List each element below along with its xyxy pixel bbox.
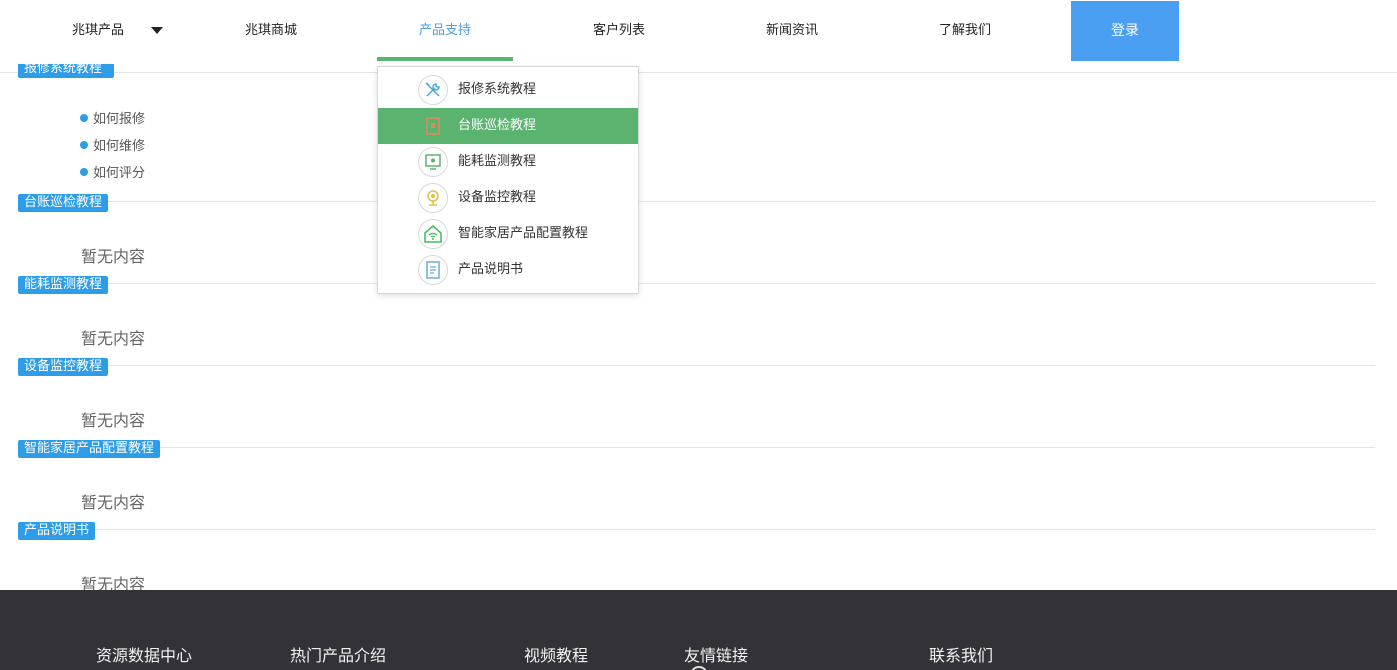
ledger-door-icon: [418, 111, 448, 141]
document-icon: [418, 255, 448, 285]
dropdown-item-label: 能耗监测教程: [458, 154, 537, 169]
circle-icon: [690, 666, 708, 670]
nav-item-news[interactable]: 新闻资讯: [747, 0, 837, 62]
dropdown-item-label: 设备监控教程: [458, 190, 537, 205]
link-how-to-rate[interactable]: 如何评分: [80, 162, 145, 181]
dropdown-item-ledger-tutorial[interactable]: 台账巡检教程: [378, 108, 638, 144]
empty-content-text: 暂无内容: [81, 247, 146, 266]
camera-icon: [418, 183, 448, 213]
section-tag-ledger-inspection: 台账巡检教程: [18, 194, 109, 212]
section-divider: [18, 283, 1375, 284]
section-tag-device-monitoring: 设备监控教程: [18, 358, 109, 376]
chevron-down-icon[interactable]: [151, 27, 163, 34]
nav-item-about[interactable]: 了解我们: [920, 0, 1010, 62]
dropdown-item-label: 报修系统教程: [458, 82, 537, 97]
section-divider: [18, 201, 1375, 202]
section-divider: [18, 447, 1375, 448]
footer-title-resources[interactable]: 资源数据中心: [96, 642, 192, 666]
wrench-screwdriver-icon: [418, 75, 448, 105]
footer-title-friendly-links[interactable]: 友情链接: [684, 642, 748, 666]
footer-title-contact-us[interactable]: 联系我们: [929, 642, 993, 666]
dropdown-item-label: 智能家居产品配置教程: [458, 226, 589, 241]
link-how-to-report[interactable]: 如何报修: [80, 108, 145, 127]
dropdown-item-device-tutorial[interactable]: 设备监控教程: [378, 180, 638, 216]
support-dropdown-menu: 报修系统教程 台账巡检教程 能耗监测教程 设备监控教程 智能家居产品配置教程 产…: [377, 66, 639, 294]
empty-content-text: 暂无内容: [81, 329, 146, 348]
section-tag-energy-monitoring: 能耗监测教程: [18, 276, 109, 294]
active-nav-indicator: [377, 57, 513, 61]
main-content: 报修系统教程 如何报修 如何维修 如何评分 台账巡检教程 暂无内容 能耗监测教程…: [0, 0, 1397, 594]
dropdown-item-label: 台账巡检教程: [458, 118, 537, 133]
section-divider: [18, 365, 1375, 366]
nav-item-support[interactable]: 产品支持: [377, 0, 513, 62]
dropdown-item-smarthome-tutorial[interactable]: 智能家居产品配置教程: [378, 216, 638, 252]
section-tag-product-manual: 产品说明书: [18, 522, 96, 540]
smart-home-icon: [418, 219, 448, 249]
nav-item-store[interactable]: 兆琪商城: [226, 0, 316, 62]
link-how-to-repair[interactable]: 如何维修: [80, 135, 145, 154]
footer: 资源数据中心 热门产品介绍 视频教程 友情链接 联系我们: [0, 590, 1397, 670]
section-tag-smart-home: 智能家居产品配置教程: [18, 440, 161, 458]
monitor-energy-icon: [418, 147, 448, 177]
empty-content-text: 暂无内容: [81, 411, 146, 430]
nav-item-customers[interactable]: 客户列表: [574, 0, 664, 62]
empty-content-text: 暂无内容: [81, 493, 146, 512]
section-tag-repair-label: 报修系统教程: [24, 64, 103, 76]
dropdown-item-energy-tutorial[interactable]: 能耗监测教程: [378, 144, 638, 180]
dropdown-item-manual[interactable]: 产品说明书: [378, 252, 638, 288]
dropdown-item-label: 产品说明书: [458, 262, 524, 277]
top-navigation: 兆琪产品 兆琪商城 产品支持 客户列表 新闻资讯 了解我们 登录: [0, 0, 1397, 73]
dropdown-item-repair-tutorial[interactable]: 报修系统教程: [378, 72, 638, 108]
section-divider: [18, 529, 1375, 530]
login-button[interactable]: 登录: [1071, 1, 1179, 61]
section-tag-repair-system: 报修系统教程: [18, 64, 114, 78]
footer-title-video-tutorials[interactable]: 视频教程: [524, 642, 588, 666]
footer-title-hot-products[interactable]: 热门产品介绍: [290, 642, 386, 666]
nav-item-products[interactable]: 兆琪产品: [55, 0, 141, 62]
